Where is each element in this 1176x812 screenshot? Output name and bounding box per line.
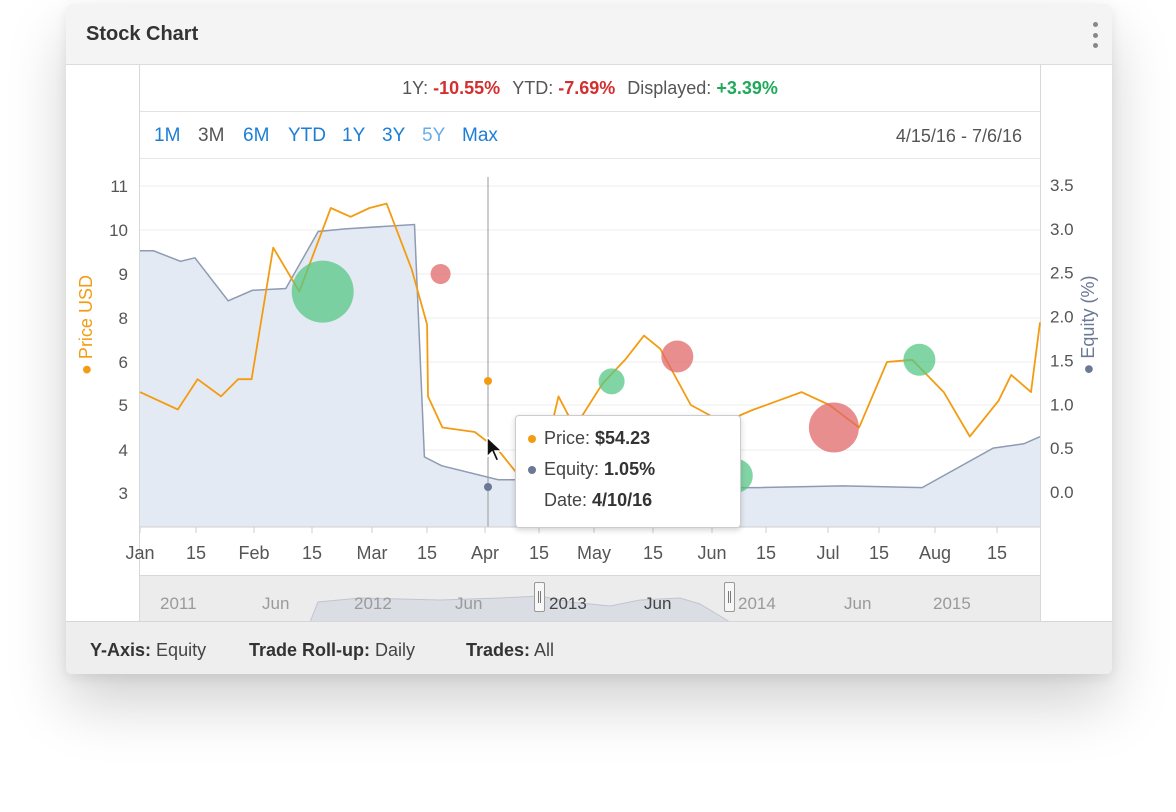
y-tick-label: 6 — [119, 353, 128, 372]
x-tick-label: 15 — [643, 543, 663, 563]
stock-chart-card: Stock Chart 1Y: -10.55% YTD: -7.69% Disp… — [66, 4, 1112, 674]
crosshair-price-marker — [484, 377, 492, 385]
y-tick-label: 9 — [119, 265, 128, 284]
nav-label-2012: 2012 — [354, 594, 392, 613]
x-tick-label: Mar — [357, 543, 388, 563]
x-tick-label: 15 — [186, 543, 206, 563]
x-tick-label: 15 — [987, 543, 1007, 563]
x-tick-label: 15 — [417, 543, 437, 563]
loss-trade-bubble — [661, 340, 694, 373]
y-tick-label: 8 — [119, 309, 128, 328]
nav-label-jun-4: Jun — [844, 594, 872, 613]
nav-label-jun-1: Jun — [262, 594, 290, 613]
chart-footer: Y-Axis: Equity Trade Roll-up: Daily Trad… — [66, 621, 1112, 674]
x-tick-label: Apr — [471, 543, 499, 563]
tooltip-price-row: Price: $54.23 — [528, 428, 650, 449]
y2-tick-label: 0.5 — [1050, 439, 1074, 458]
y2-tick-label: 3.5 — [1050, 176, 1074, 195]
y-tick-label: 5 — [119, 396, 128, 415]
nav-label-jun-2: Jun — [455, 594, 483, 613]
tooltip-equity-row: Equity: 1.05% — [528, 459, 655, 480]
tooltip-date-value: 4/10/16 — [592, 490, 653, 510]
trade-rollup-selector[interactable]: Trade Roll-up: Daily — [249, 640, 415, 661]
price-dot-icon — [528, 435, 536, 444]
y2-tick-label: 0.0 — [1050, 483, 1074, 502]
x-tick-label: Feb — [238, 543, 269, 563]
navigator-right-handle[interactable] — [724, 582, 735, 612]
tooltip-price-value: $54.23 — [595, 428, 651, 448]
y2-tick-label: 2.5 — [1050, 264, 1074, 283]
loss-trade-bubble — [808, 402, 859, 453]
y2-tick-label: 1.5 — [1050, 351, 1074, 370]
tooltip-equity-value: 1.05% — [604, 459, 656, 479]
y2-tick-label: 3.0 — [1050, 220, 1074, 239]
win-trade-bubble — [291, 260, 354, 323]
x-tick-label: Jan — [125, 543, 154, 563]
y-axis-selector[interactable]: Y-Axis: Equity — [90, 640, 206, 661]
win-trade-bubble — [598, 368, 625, 395]
chart-area: 1Y: -10.55% YTD: -7.69% Displayed: +3.39… — [66, 65, 1112, 622]
x-tick-label: 15 — [869, 543, 889, 563]
y-tick-label: 4 — [119, 441, 128, 460]
loss-trade-bubble — [430, 264, 451, 284]
equity-dot-icon — [528, 466, 536, 475]
y-tick-label: 11 — [110, 177, 128, 196]
tooltip-date-row: Date: 4/10/16 — [544, 490, 653, 510]
x-tick-label: Aug — [919, 543, 951, 563]
x-tick-label: 15 — [529, 543, 549, 563]
trades-selector[interactable]: Trades: All — [466, 640, 554, 661]
mouse-pointer-icon — [486, 435, 504, 462]
nav-label-2011: 2011 — [160, 594, 197, 613]
kebab-menu-icon[interactable] — [1092, 22, 1098, 48]
y2-tick-label: 2.0 — [1050, 308, 1074, 327]
nav-label-2013: 2013 — [549, 594, 587, 613]
nav-label-jun-3: Jun — [644, 594, 672, 613]
nav-label-2014: 2014 — [738, 594, 776, 613]
x-tick-label: Jul — [816, 543, 839, 563]
y2-tick-label: 1.0 — [1050, 395, 1074, 414]
crosshair-equity-marker — [484, 483, 492, 491]
x-tick-label: 15 — [302, 543, 322, 563]
nav-label-2015: 2015 — [933, 594, 971, 613]
price-equity-chart[interactable]: 11 10 9 8 6 5 4 3 3.5 3.0 2.5 2.0 1.5 1.0 0.5 0.0 Jan 15 F… — [66, 65, 1112, 621]
x-tick-label: Jun — [697, 543, 726, 563]
x-tick-label: 15 — [756, 543, 776, 563]
win-trade-bubble — [903, 343, 936, 376]
y2-axis-title: ● Equity (%) — [1078, 276, 1098, 375]
y-tick-label: 3 — [119, 484, 128, 503]
card-header: Stock Chart — [66, 4, 1112, 65]
navigator-left-handle[interactable] — [534, 582, 545, 612]
x-tick-label: May — [577, 543, 611, 563]
y-tick-label: 10 — [109, 221, 128, 240]
chart-tooltip: Price: $54.23 Equity: 1.05% Date: 4/10/1… — [515, 415, 741, 528]
y-axis-title: ● Price USD — [76, 275, 96, 375]
card-title: Stock Chart — [86, 23, 199, 45]
navigator-scrollbar[interactable]: 2011 Jun 2012 Jun 2013 Jun 2014 Jun 2015 — [140, 575, 1040, 622]
